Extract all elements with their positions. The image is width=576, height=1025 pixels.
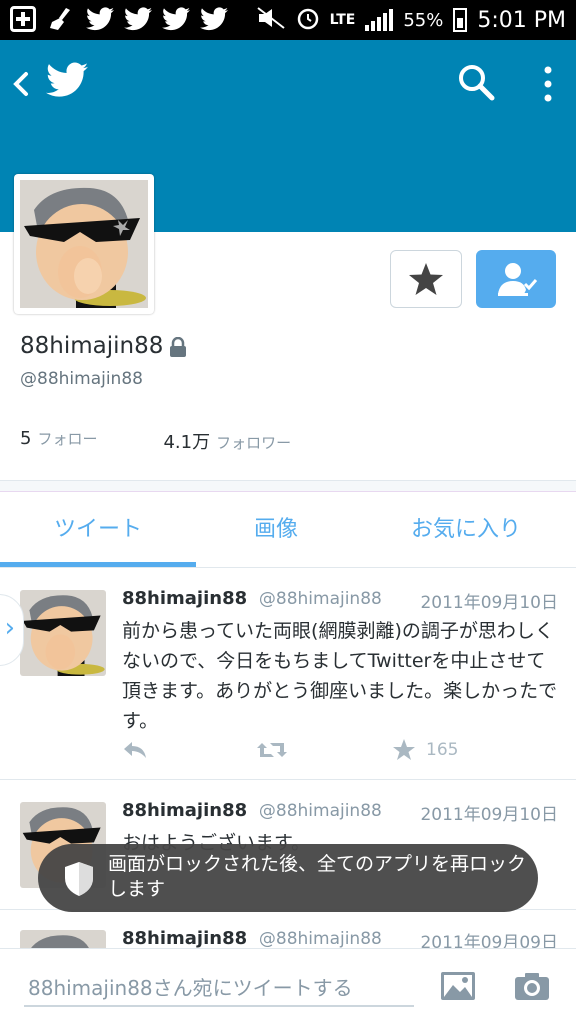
followers-number: 4.1万 [163,432,211,453]
battery-percent: 55% [403,9,444,31]
tab-tweets[interactable]: ツイート [0,492,196,568]
toast-message: 画面がロックされた後、全てのアプリを再ロックします [108,853,527,900]
tweet-header: 88himajin88 @88himajin88 2011年09月10日 [122,800,558,825]
tweet-author-name: 88himajin88 [122,588,248,609]
tab-favorites[interactable]: お気に入り [356,492,576,568]
section-divider [0,480,576,492]
attach-image-button[interactable] [440,971,476,1001]
lock-icon [169,336,187,357]
tweet-actions: 165 [122,738,542,762]
system-status: LTE 55% 5:01 PM [256,0,566,40]
mute-icon [256,6,286,35]
profile-name: 88himajin88 [20,333,187,359]
profile-tabs: ツイート 画像 お気に入り [0,492,576,568]
display-name: 88himajin88 [20,333,164,359]
tweet-compose-input[interactable] [24,971,414,1007]
followers-label: フォロワー [216,434,292,452]
tweet-author-handle: @88himajin88 [258,589,382,609]
notification-icons [10,6,228,32]
tweet-text: 前から患っていた両眼(網膜剥離)の調子が思わしくないので、今日をもちましてTwi… [122,620,558,732]
add-notification-icon [10,6,36,32]
reply-icon [124,742,146,758]
signal-icon [365,9,394,31]
back-button[interactable] [8,60,38,104]
status-bar: LTE 55% 5:01 PM [0,0,576,40]
tab-images[interactable]: 画像 [196,492,356,568]
more-vertical-icon [544,66,552,102]
tweet-item[interactable]: 88himajin88 @88himajin88 2011年09月10日 前から… [0,568,576,780]
network-type: LTE [329,12,356,28]
reply-button[interactable] [122,738,148,762]
tweet-date: 2011年09月10日 [420,593,558,613]
chevron-right-icon: › [4,613,15,643]
camera-icon [515,973,549,1000]
following-number: 5 [20,428,32,449]
clock: 5:01 PM [477,7,566,33]
user-check-icon [498,263,538,296]
tweet-author-name: 88himajin88 [122,800,248,821]
avatar [20,180,148,308]
shield-icon [65,862,93,896]
tweet-author-handle: @88himajin88 [258,929,382,949]
twitter-notification-icon [200,6,228,32]
battery-icon [453,8,468,32]
tweet-author-handle: @88himajin88 [258,801,382,821]
camera-button[interactable] [514,971,550,1001]
star-icon [409,263,443,295]
retweet-button[interactable] [256,738,288,762]
profile-avatar[interactable] [14,174,154,314]
chevron-left-icon [13,72,28,96]
active-tab-indicator [0,562,196,567]
retweet-icon [257,743,287,757]
twitter-notification-icon [124,6,152,32]
overflow-menu-button[interactable] [536,62,560,106]
search-button[interactable] [456,62,500,106]
following-label: フォロー [37,430,98,448]
following-count[interactable]: 5 フォロー [20,428,97,454]
search-icon [459,65,495,101]
follow-counts: 5 フォロー 4.1万 フォロワー [20,428,291,454]
profile-handle: @88himajin88 [20,369,143,389]
broom-icon [48,6,74,32]
favorite-button[interactable]: 165 [392,738,458,762]
image-icon [441,972,475,1000]
lock-toast: 画面がロックされた後、全てのアプリを再ロックします [38,844,538,912]
compose-bar [0,948,576,1025]
favorite-count: 165 [426,740,459,760]
followers-count[interactable]: 4.1万 フォロワー [163,428,291,454]
tweet-header: 88himajin88 @88himajin88 2011年09月10日 [122,588,558,613]
tweet-date: 2011年09月10日 [420,805,558,825]
favorite-user-button[interactable] [390,250,462,308]
twitter-logo-icon [46,62,90,102]
twitter-notification-icon [162,6,190,32]
following-button[interactable] [476,250,556,308]
alarm-icon [296,6,320,35]
tweet-avatar[interactable] [20,590,106,676]
twitter-notification-icon [86,6,114,32]
star-icon [393,739,415,760]
tweet-author-name: 88himajin88 [122,928,248,949]
